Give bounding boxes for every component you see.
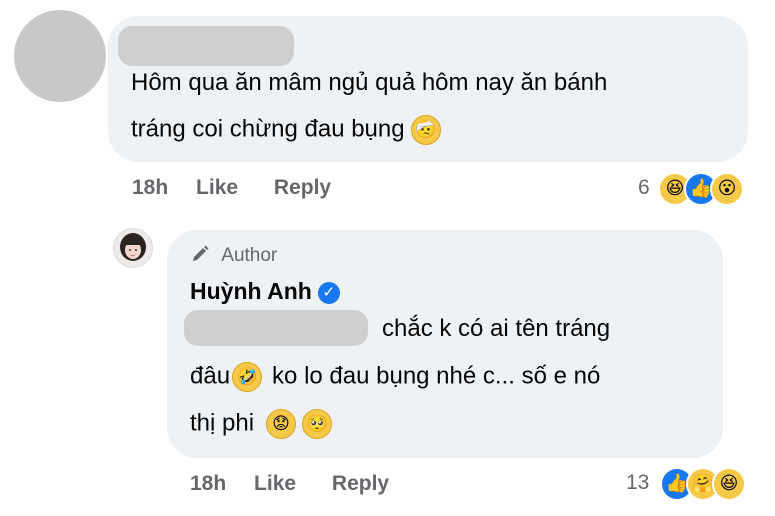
mention-blurred[interactable] [184, 310, 368, 346]
pencil-icon [193, 245, 209, 261]
author-badge-label: Author [221, 245, 278, 266]
reply-text-line-2: đâu 🤣 ko lo đau bụng nhé c... số e nó [190, 362, 600, 392]
author-avatar[interactable] [113, 228, 153, 268]
author-avatar-image [114, 229, 152, 267]
worried-face-icon: 😟 [266, 409, 297, 439]
reply-reaction-count: 13 [626, 471, 650, 494]
reply-text-line-3-text: thị phi [190, 409, 255, 437]
reply-text-line-3: thị phi 😟 🥺 [190, 409, 333, 439]
reply-author-name[interactable]: Huỳnh Anh [190, 278, 312, 304]
pleading-face-icon: 🥺 [302, 409, 333, 439]
reply-reply-button[interactable]: Reply [332, 472, 389, 495]
comment-text-line-2: tráng coi chừng đau bụng 🤕 [131, 115, 441, 145]
author-badge: Author [190, 244, 277, 267]
like-button[interactable]: Like [196, 176, 238, 199]
commenter-name-blurred[interactable] [118, 26, 294, 66]
haha-reaction-icon: 😆 [712, 467, 746, 501]
comment-reactions[interactable]: 6 😆 👍 😮 [638, 172, 758, 206]
commenter-avatar-blurred[interactable] [14, 10, 106, 102]
reply-like-button[interactable]: Like [254, 472, 296, 495]
verified-badge-icon: ✓ [317, 281, 340, 304]
reply-actions: 18h Like Reply [190, 472, 389, 496]
reply-author: Huỳnh Anh ✓ [190, 278, 340, 305]
reply-text-line-1: chắc k có ai tên tráng [382, 315, 611, 342]
wow-reaction-icon: 😮 [710, 172, 744, 206]
comment-time[interactable]: 18h [132, 176, 168, 199]
rolling-laughing-icon: 🤣 [232, 362, 263, 392]
reply-reactions[interactable]: 13 👍 🤗 😆 [626, 467, 766, 501]
comment-text-line-2-text: tráng coi chừng đau bụng [131, 115, 405, 143]
reply-button[interactable]: Reply [274, 176, 331, 199]
reply-text-line-2b: ko lo đau bụng nhé c... số e nó [272, 362, 601, 390]
reply-text-line-2a: đâu [190, 362, 231, 390]
comment-text-line-1: Hôm qua ăn mâm ngủ quả hôm nay ăn bánh [131, 69, 608, 96]
reaction-count: 6 [638, 176, 650, 199]
bandaged-face-icon: 🤕 [410, 115, 441, 145]
comment-actions: 18h Like Reply [132, 176, 331, 200]
reply-time[interactable]: 18h [190, 472, 226, 495]
